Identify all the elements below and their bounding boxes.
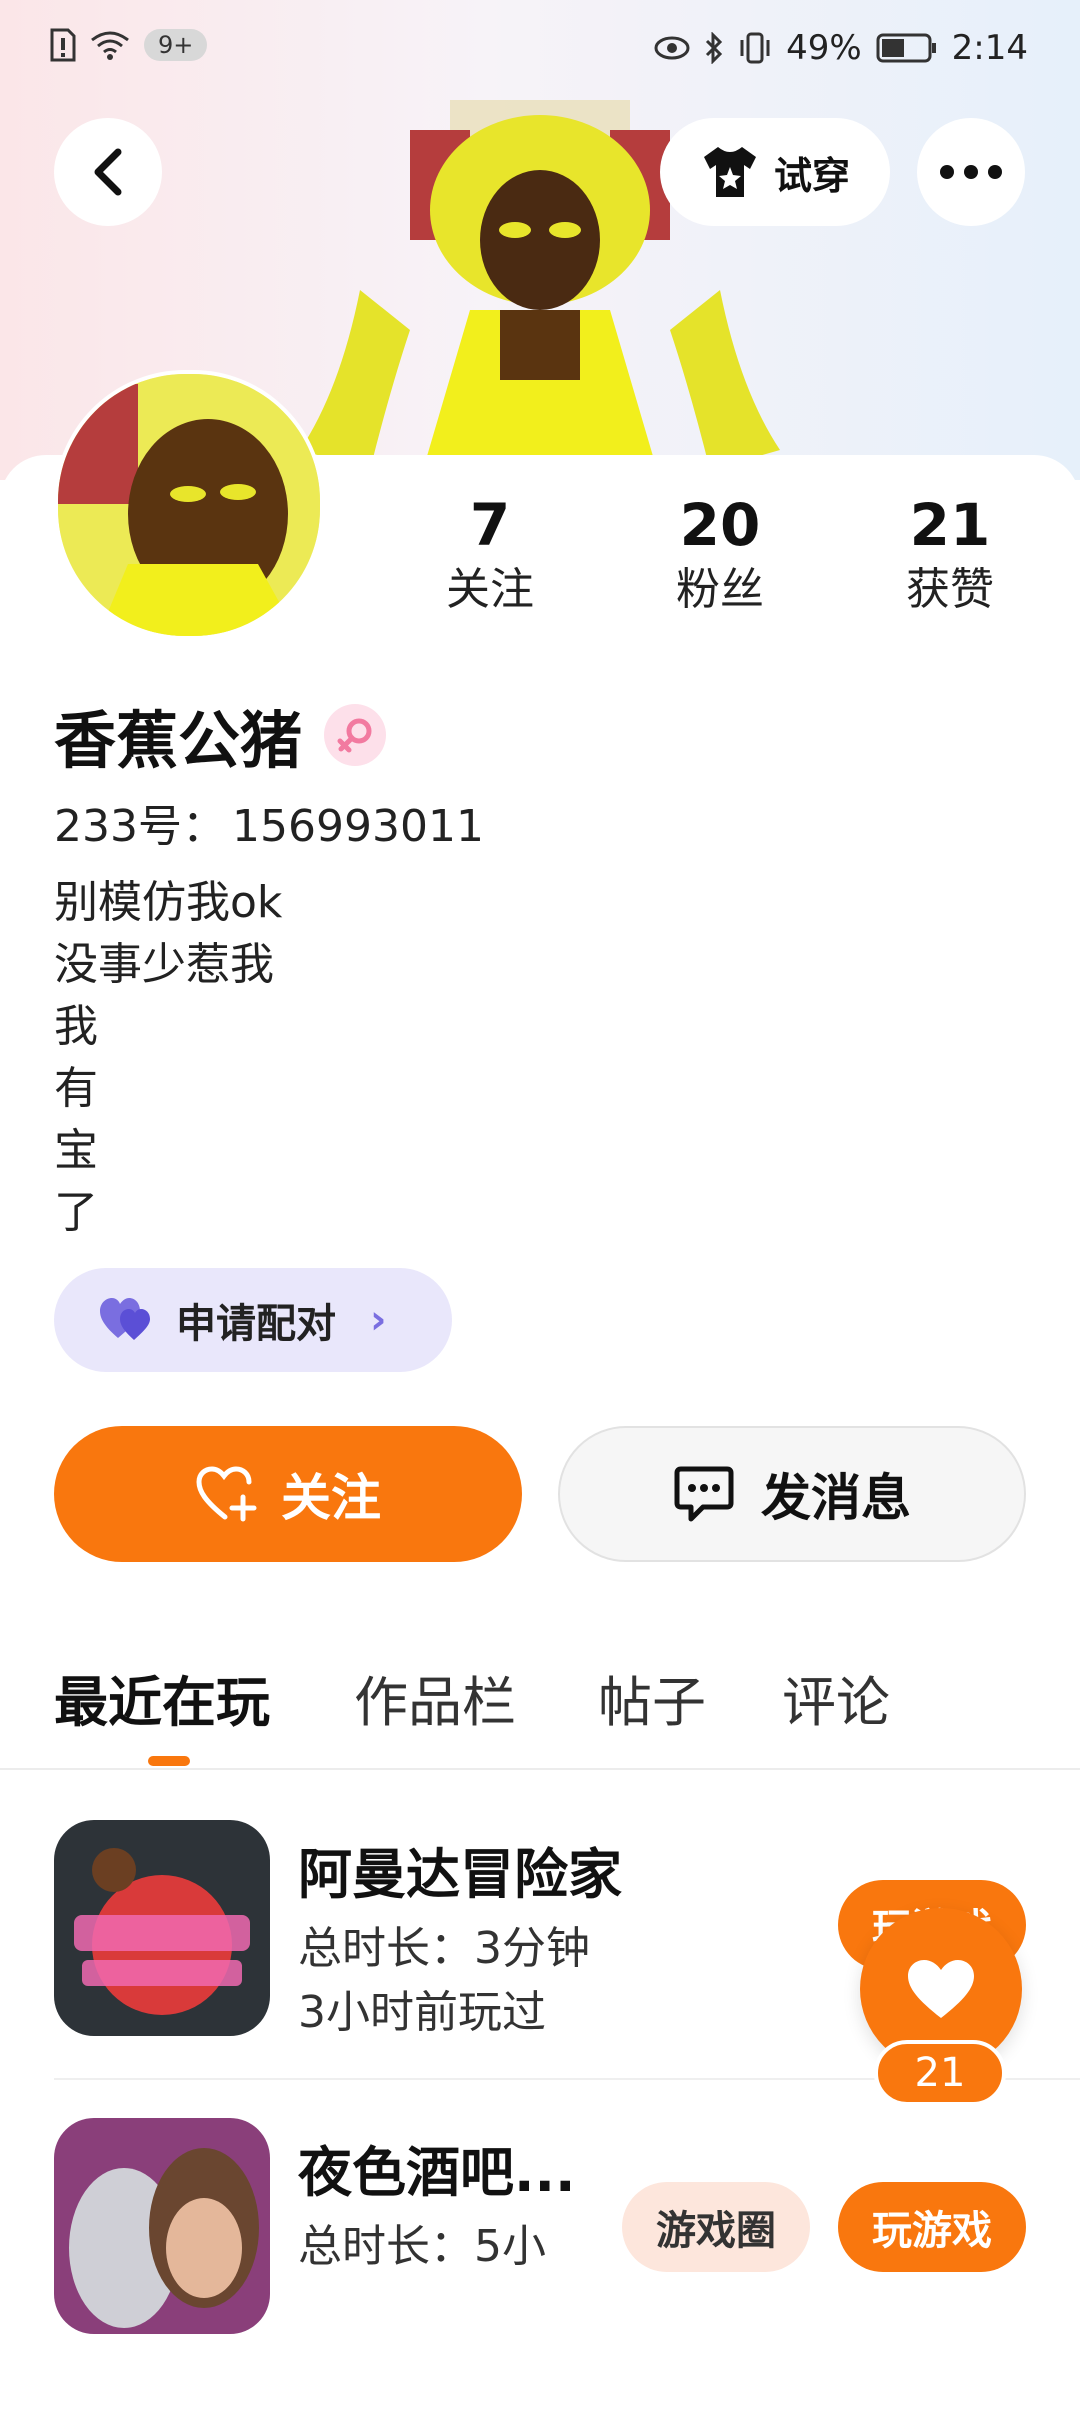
likes-label: 获赞 [906, 564, 994, 615]
tab-comments[interactable]: 评论 [782, 1658, 890, 1737]
profile-tabs: 最近在玩 作品栏 帖子 评论 [0, 1640, 1080, 1770]
bio-line: 有 [54, 1063, 98, 1114]
game-last-played: 3小时前玩过 [298, 1987, 546, 2038]
stat-likes[interactable]: 21 获赞 [850, 490, 1050, 620]
stat-following[interactable]: 7 关注 [390, 490, 590, 620]
fans-label: 粉丝 [676, 564, 764, 615]
user-id-value: 156993011 [231, 801, 484, 852]
heart-plus-icon [196, 1466, 257, 1522]
bio-line: 别模仿我ok [54, 877, 283, 928]
clock: 2:14 [951, 28, 1028, 68]
tab-recently-played[interactable]: 最近在玩 [54, 1658, 270, 1737]
floating-like-count: 21 [874, 2040, 1006, 2106]
user-id-label: 233号： [54, 801, 226, 852]
wifi-icon [91, 31, 129, 60]
bio-line: 了 [54, 1187, 98, 1238]
request-pair-button[interactable]: 申请配对 › [54, 1268, 452, 1372]
game-playtime: 总时长：3分钟 [298, 1923, 590, 1974]
sim-alert-icon [50, 28, 76, 62]
name-row: 香蕉公猪 [54, 690, 387, 780]
heart-icon [908, 1960, 974, 2018]
bio-line: 我 [54, 1001, 98, 1052]
game-title: 夜色酒吧... [298, 2141, 576, 2204]
chevron-right-icon: › [370, 1297, 387, 1343]
following-count: 7 [469, 491, 511, 559]
female-gender-icon [324, 704, 387, 766]
active-tab-indicator [148, 1756, 190, 1766]
bio-line: 没事少惹我 [54, 939, 274, 990]
follow-label: 关注 [281, 1469, 381, 1527]
fans-count: 20 [679, 491, 761, 559]
send-message-button[interactable]: 发消息 [558, 1426, 1026, 1562]
tab-works[interactable]: 作品栏 [354, 1658, 516, 1737]
play-game-button[interactable]: 玩游戏 [838, 2182, 1026, 2272]
double-heart-icon [100, 1298, 150, 1340]
notification-count-badge: 9+ [144, 29, 208, 61]
bio: 别模仿我ok 没事少惹我 我 有 宝 了 [54, 872, 282, 1244]
bluetooth-icon [706, 32, 723, 64]
game-playtime: 总时长：5小 [298, 2221, 546, 2272]
battery-percent: 49% [786, 28, 862, 68]
game-title: 阿曼达冒险家 [298, 1843, 622, 1906]
bio-line: 宝 [54, 1125, 98, 1176]
try-on-label: 试穿 [773, 153, 850, 198]
following-label: 关注 [446, 564, 534, 615]
follow-button[interactable]: 关注 [54, 1426, 522, 1562]
more-dots-icon [940, 165, 1002, 179]
tshirt-icon [703, 147, 756, 197]
send-message-label: 发消息 [761, 1469, 911, 1527]
more-options-button[interactable] [917, 118, 1025, 226]
list-item[interactable]: 夜色酒吧... 总时长：5小 游戏圈 玩游戏 [0, 2118, 1080, 2418]
chevron-left-icon [94, 148, 122, 196]
chat-bubble-icon [674, 1466, 734, 1522]
try-on-button[interactable]: 试穿 [660, 118, 890, 226]
request-pair-label: 申请配对 [176, 1301, 336, 1347]
vibrate-icon [740, 32, 770, 64]
profile-stats: 7 关注 20 粉丝 21 获赞 [0, 490, 1080, 630]
game-icon[interactable] [54, 2118, 270, 2334]
tab-posts[interactable]: 帖子 [598, 1658, 706, 1737]
user-id: 233号： 156993011 [54, 790, 484, 854]
username: 香蕉公猪 [54, 704, 303, 777]
stat-fans[interactable]: 20 粉丝 [620, 490, 820, 620]
back-button[interactable] [54, 118, 162, 226]
game-circle-button[interactable]: 游戏圈 [622, 2182, 810, 2272]
game-icon[interactable] [54, 1820, 270, 2036]
battery-icon [876, 33, 936, 63]
status-bar: 9+ 49% 2:14 [0, 0, 1080, 96]
likes-count: 21 [909, 491, 991, 559]
eye-comfort-icon [654, 36, 690, 60]
